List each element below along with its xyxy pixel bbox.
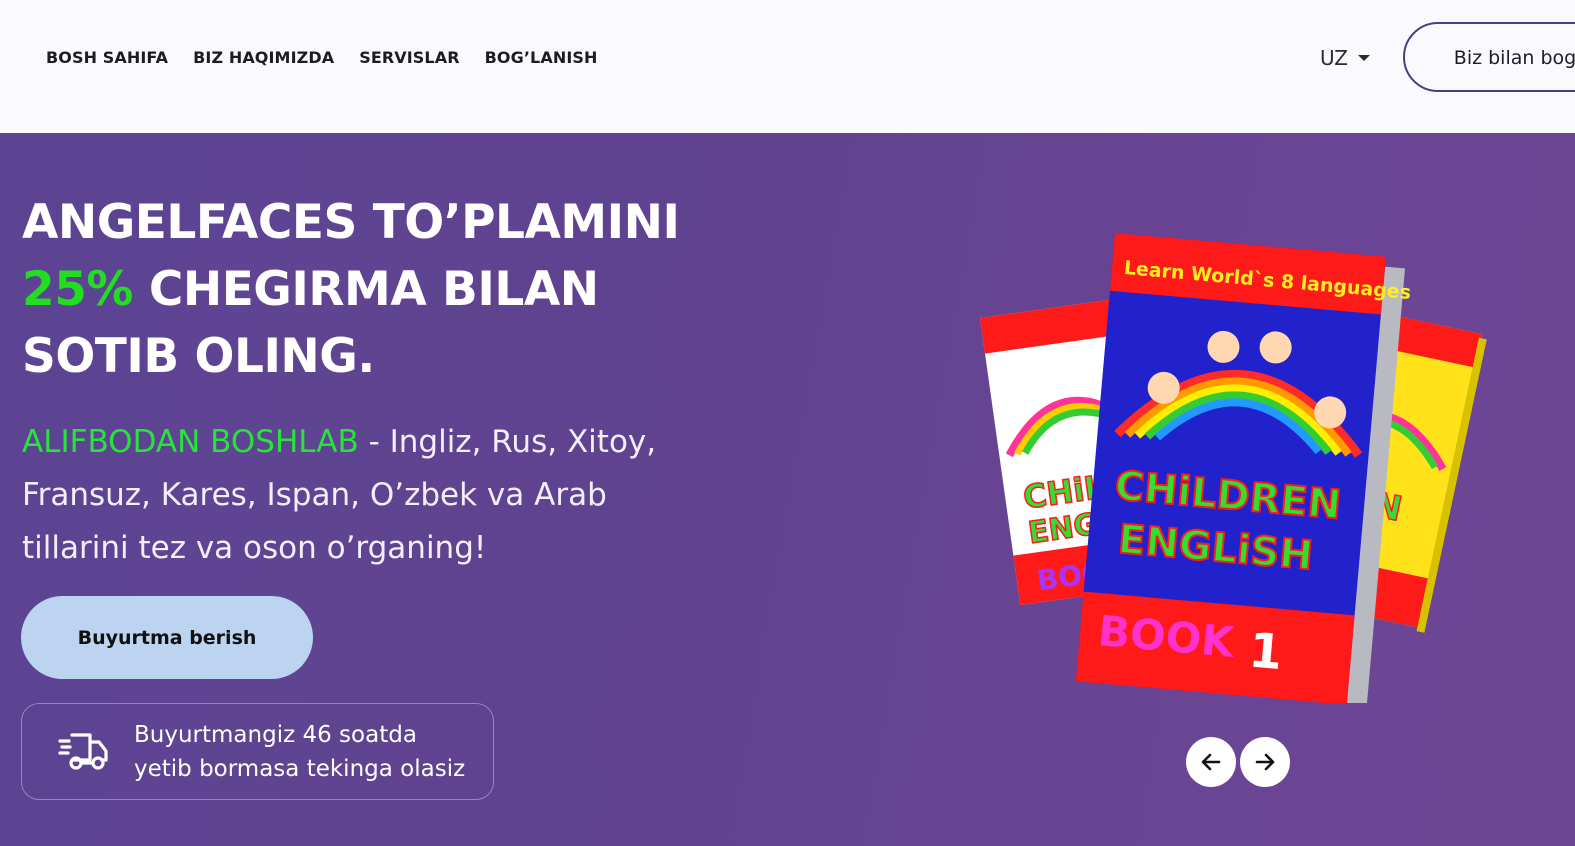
language-label: UZ [1320, 46, 1348, 70]
hero-headline: ANGELFACES TO’PLAMINI 25% CHEGIRMA BILAN… [22, 189, 722, 390]
discount-highlight: 25% [22, 262, 134, 317]
nav-item-services[interactable]: SERVISLAR [359, 47, 459, 69]
delivery-guarantee-box: Buyurtmangiz 46 soatda yetib bormasa tek… [21, 703, 494, 800]
carousel-next-button[interactable] [1240, 737, 1290, 787]
delivery-text: Buyurtmangiz 46 soatda yetib bormasa tek… [134, 718, 474, 786]
contact-us-button[interactable]: Biz bilan bog’la [1403, 22, 1575, 92]
nav-item-home[interactable]: BOSH SAHIFA [46, 47, 168, 69]
site-header: BOSH SAHIFA BIZ HAQIMIZDA SERVISLAR BOG’… [0, 0, 1575, 133]
arrow-left-icon [1201, 753, 1221, 771]
hero-subtitle: ALIFBODAN BOSHLAB - Ingliz, Rus, Xitoy, … [22, 416, 722, 575]
carousel-prev-button[interactable] [1186, 737, 1236, 787]
main-nav: BOSH SAHIFA BIZ HAQIMIZDA SERVISLAR BOG’… [46, 47, 622, 69]
nav-item-contact[interactable]: BOG’LANISH [485, 47, 598, 69]
chevron-down-icon [1358, 55, 1370, 61]
delivery-line2: yetib bormasa tekinga olasiz [134, 756, 466, 782]
book-main: Learn World`s 8 languages CHiLDREN ENGLi… [1075, 233, 1412, 707]
headline-line1: ANGELFACES TO’PLAMINI [22, 195, 680, 250]
delivery-truck-icon [58, 728, 110, 779]
hero-section: ANGELFACES TO’PLAMINI 25% CHEGIRMA BILAN… [0, 133, 1575, 846]
language-selector[interactable]: UZ [1320, 46, 1370, 70]
headline-line2: CHEGIRMA BILAN [133, 262, 599, 317]
book-carousel-image: REN ISH CHiL ENG BOO Learn W [975, 223, 1535, 708]
book-number: 1 [1247, 622, 1285, 681]
order-button[interactable]: Buyurtma berish [21, 596, 313, 679]
subtitle-highlight: ALIFBODAN BOSHLAB [22, 424, 359, 460]
arrow-right-icon [1255, 753, 1275, 771]
headline-line3: SOTIB OLING. [22, 329, 375, 384]
delivery-line1: Buyurtmangiz 46 soatda [134, 722, 417, 748]
nav-item-about[interactable]: BIZ HAQIMIZDA [193, 47, 334, 69]
